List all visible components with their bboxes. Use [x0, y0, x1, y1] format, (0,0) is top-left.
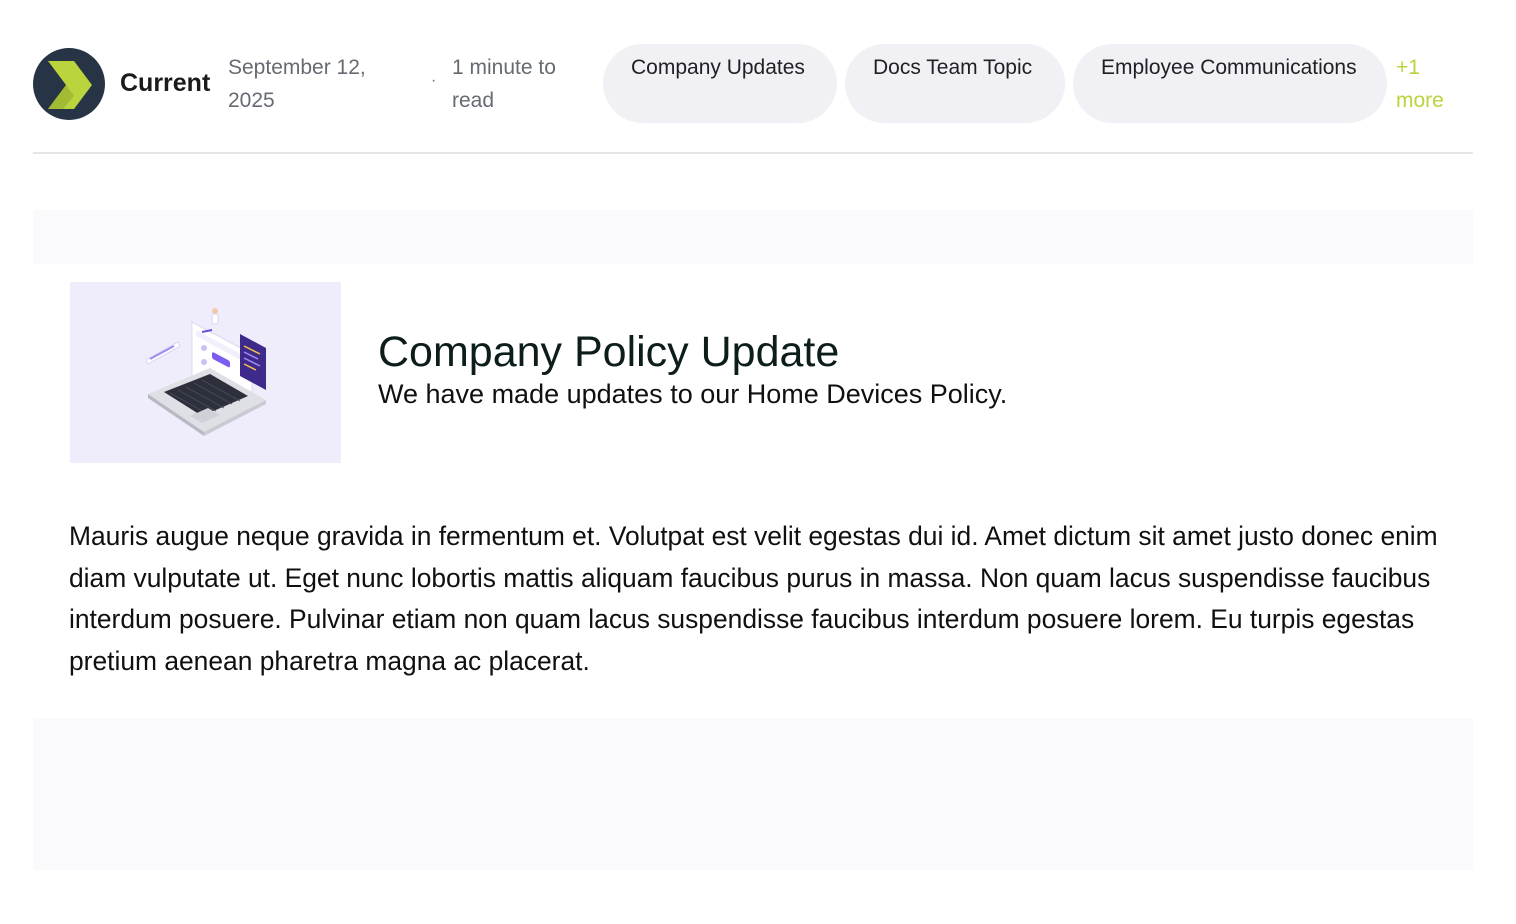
tag-company-updates[interactable]: Company Updates: [603, 44, 837, 123]
tag-docs-team-topic[interactable]: Docs Team Topic: [845, 44, 1065, 123]
content-block-top: [33, 210, 1473, 264]
article-title: Company Policy Update: [378, 328, 840, 376]
article-hero: Company Policy Update We have made updat…: [70, 282, 1470, 464]
article-body: Mauris augue neque gravida in fermentum …: [69, 521, 1438, 677]
page: Current September 12, 2025 · 1 minute to…: [0, 0, 1516, 924]
channel-logo[interactable]: [33, 48, 105, 120]
read-time: 1 minute to read: [452, 56, 556, 112]
channel-name[interactable]: Current: [120, 68, 210, 98]
meta-separator: ·: [431, 72, 437, 89]
more-tags-link[interactable]: +1 more: [1396, 51, 1466, 117]
current-logo-chevron-icon: [48, 61, 92, 109]
post-date: September 12, 2025: [228, 56, 366, 112]
tag-employee-communications[interactable]: Employee Communications: [1073, 44, 1387, 123]
post-header: Current September 12, 2025 · 1 minute to…: [33, 44, 1473, 124]
article-subtitle: We have made updates to our Home Devices…: [378, 379, 1008, 409]
header-divider: [33, 152, 1473, 154]
content-block-bottom: [33, 718, 1473, 870]
article-image: [70, 282, 341, 463]
laptop-illustration-icon: [145, 308, 266, 436]
